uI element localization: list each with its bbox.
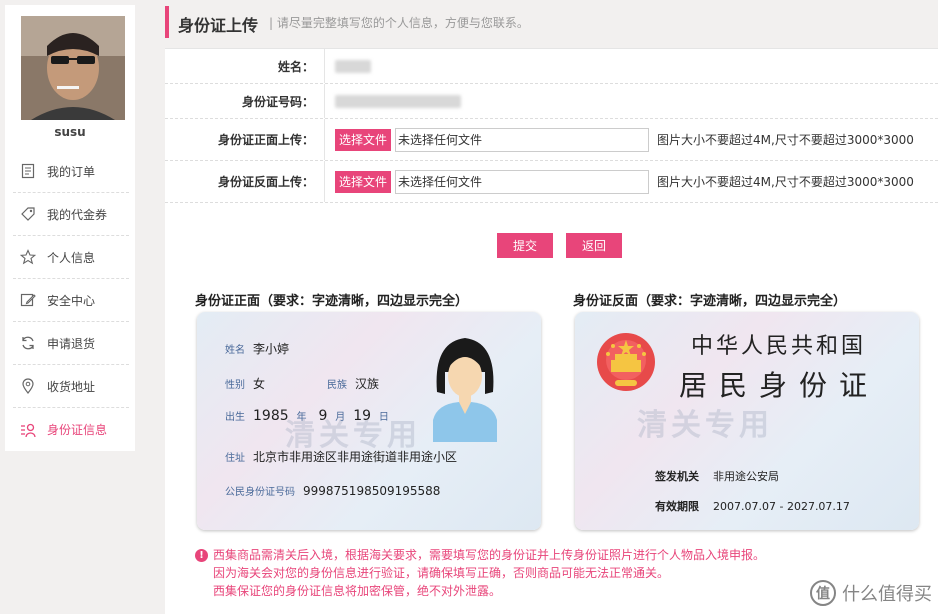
id-user-icon — [19, 421, 37, 439]
id-card-back-sample: 清关专用 中华人民共和国 居民身份证 签发机关 非用途公安局 有效期限 2007.0… — [575, 312, 919, 530]
sidebar-item-label: 收货地址 — [47, 379, 96, 394]
sidebar-item-label: 身份证信息 — [47, 423, 108, 437]
sidebar-item-vouchers[interactable]: 我的代金券 — [13, 193, 129, 236]
customs-notice: 西集商品需清关后入境，根据海关要求，需要填写您的身份证并上传身份证照片进行个人物… — [193, 546, 765, 600]
front-size-hint: 图片大小不要超过4M,尺寸不要超过3000*3000 — [657, 133, 914, 147]
sidebar-item-address[interactable]: 收货地址 — [13, 365, 129, 408]
back-card-title: 身份证反面（要求：字迹清晰，四边显示完全） — [573, 294, 847, 309]
sidebar-item-label: 安全中心 — [47, 293, 96, 308]
id-number-value-blurred — [335, 94, 461, 108]
back-choose-file-button[interactable]: 选择文件 — [335, 170, 392, 193]
header-accent-bar — [165, 6, 169, 38]
sidebar: susu 我的订单 我的代金券 个人信息 安全中心 申请退货 收货地址 身份证信… — [5, 5, 135, 451]
front-id-number-field: 公民身份证号码 999875198509195588 — [225, 484, 441, 498]
edit-icon — [19, 291, 37, 309]
id-card-front-sample: 清关专用 姓名 李小婷 性别女 民族 汉族 出生 1985 年9 月 19 日 住址 北京… — [197, 312, 541, 530]
sidebar-item-label: 我的代金券 — [47, 207, 108, 222]
front-choose-file-button[interactable]: 选择文件 — [335, 128, 392, 151]
id-form: 姓名： 身份证号码： 身份证正面上传： 选择文件 未选择任何文件 图片大小不要超… — [165, 48, 938, 203]
main-panel: 身份证上传 | 请尽量完整填写您的个人信息，方便与您联系。 姓名： 身份证号码：… — [165, 0, 938, 614]
page-title: 身份证上传 — [178, 16, 259, 35]
front-birth-field: 出生 1985 年9 月 19 日 — [225, 408, 389, 424]
refresh-icon — [19, 334, 37, 352]
national-emblem-icon — [595, 330, 657, 397]
sidebar-item-profile[interactable]: 个人信息 — [13, 236, 129, 279]
back-file-field[interactable]: 未选择任何文件 — [395, 169, 650, 194]
notice-line: 西集保证您的身份证信息将加密保管，绝不对外泄露。 — [213, 584, 502, 598]
page-subtitle: | 请尽量完整填写您的个人信息，方便与您联系。 — [269, 16, 529, 30]
sidebar-item-returns[interactable]: 申请退货 — [13, 322, 129, 365]
notice-line: 因为海关会对您的身份信息进行验证，请确保填写正确，否则商品可能无法正常通关。 — [213, 566, 670, 580]
portrait-icon — [429, 332, 501, 445]
username: susu — [54, 125, 86, 139]
back-watermark: 清关专用 — [637, 408, 773, 443]
sidebar-item-label: 个人信息 — [47, 250, 96, 265]
sidebar-item-security[interactable]: 安全中心 — [13, 279, 129, 322]
brand-logo-icon: 值 — [810, 580, 836, 606]
sidebar-item-label: 我的订单 — [47, 164, 96, 179]
sidebar-item-label: 申请退货 — [47, 336, 96, 351]
brand-watermark: 值 什么值得买 — [810, 580, 932, 606]
notice-line: 西集商品需清关后入境，根据海关要求，需要填写您的身份证并上传身份证照片进行个人物… — [213, 548, 766, 562]
back-upload-label: 身份证反面上传： — [165, 161, 325, 202]
front-file-field[interactable]: 未选择任何文件 — [395, 127, 650, 152]
brand-text: 什么值得买 — [842, 584, 932, 605]
page-header: 身份证上传 | 请尽量完整填写您的个人信息，方便与您联系。 — [165, 0, 938, 48]
tag-icon — [19, 205, 37, 223]
name-label: 姓名： — [165, 49, 325, 83]
submit-button[interactable]: 提交 — [497, 233, 553, 258]
sidebar-item-id-info[interactable]: 身份证信息 — [13, 408, 129, 451]
sidebar-menu: 我的订单 我的代金券 个人信息 安全中心 申请退货 收货地址 身份证信息 — [13, 150, 129, 451]
star-icon — [19, 248, 37, 266]
form-row-id: 身份证号码： — [165, 84, 938, 119]
form-row-back-upload: 身份证反面上传： 选择文件 未选择任何文件 图片大小不要超过4M,尺寸不要超过3… — [165, 161, 938, 203]
country-name: 中华人民共和国 — [691, 334, 867, 359]
front-sex-field: 性别女 — [225, 377, 266, 391]
front-card-title: 身份证正面（要求：字迹清晰，四边显示完全） — [195, 294, 469, 309]
back-issuer-field: 签发机关 非用途公安局 — [655, 470, 779, 483]
back-size-hint: 图片大小不要超过4M,尺寸不要超过3000*3000 — [657, 175, 914, 189]
id-number-label: 身份证号码： — [165, 84, 325, 118]
back-button[interactable]: 返回 — [566, 233, 622, 258]
sidebar-item-orders[interactable]: 我的订单 — [13, 150, 129, 193]
location-icon — [19, 377, 37, 395]
front-nation-field: 民族 汉族 — [327, 377, 380, 391]
form-actions: 提交 返回 — [497, 233, 622, 258]
document-icon — [19, 162, 37, 180]
card-name: 居民身份证 — [679, 369, 880, 402]
form-row-front-upload: 身份证正面上传： 选择文件 未选择任何文件 图片大小不要超过4M,尺寸不要超过3… — [165, 119, 938, 161]
form-row-name: 姓名： — [165, 49, 938, 84]
front-upload-label: 身份证正面上传： — [165, 119, 325, 160]
front-name-field: 姓名 李小婷 — [225, 342, 290, 356]
front-address-field: 住址 北京市非用途区非用途街道非用途小区 — [225, 450, 458, 464]
avatar[interactable] — [21, 16, 125, 120]
name-value-blurred — [335, 59, 371, 73]
back-validity-field: 有效期限 2007.07.07 - 2027.07.17 — [655, 500, 850, 513]
